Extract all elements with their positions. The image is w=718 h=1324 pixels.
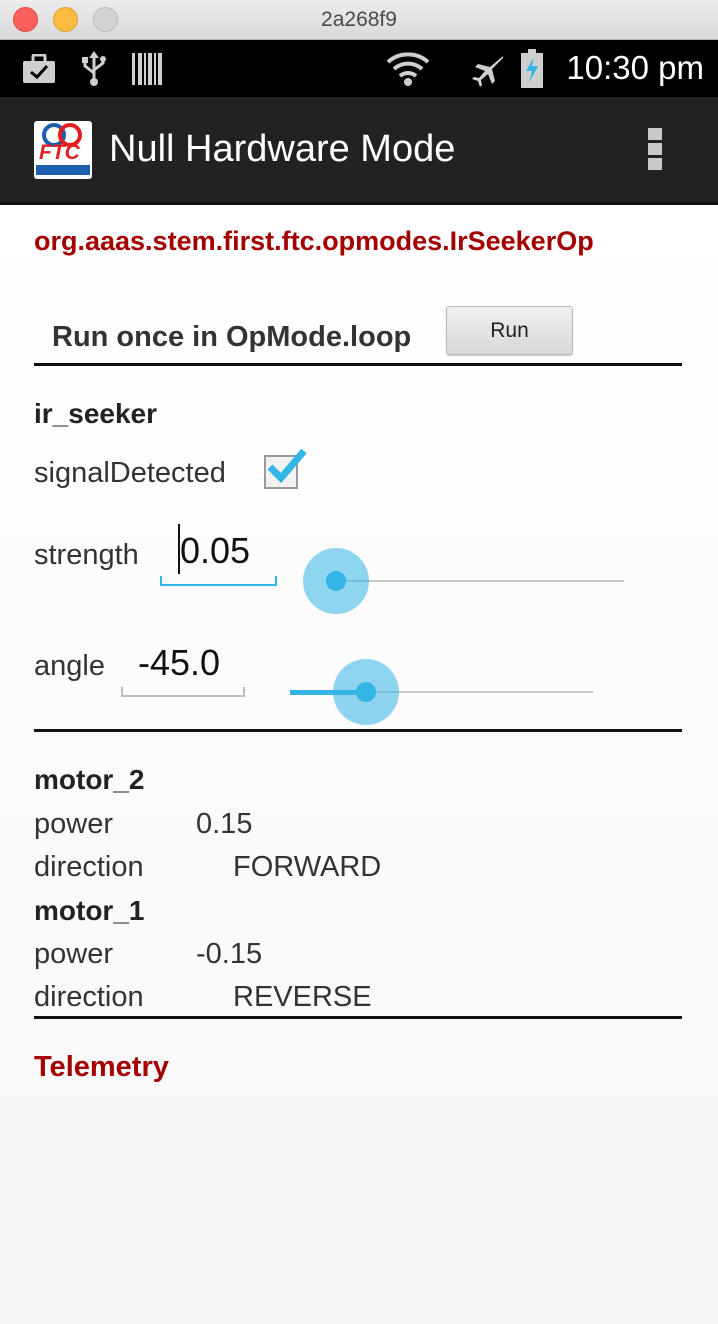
power-value: -0.15: [196, 938, 263, 970]
window-title: 2a268f9: [321, 8, 397, 31]
angle-field-underline: [121, 687, 245, 697]
angle-field[interactable]: -45.0: [138, 642, 220, 684]
logo-text: FTC: [39, 141, 80, 164]
run-once-label: Run once in OpMode.loop: [52, 321, 412, 353]
power-value: 0.15: [196, 808, 253, 840]
strength-slider-track[interactable]: [336, 580, 624, 582]
strength-field-underline: [160, 576, 277, 586]
app-logo: FTC: [34, 121, 92, 179]
action-bar: FTC Null Hardware Mode: [0, 97, 718, 205]
power-label: power: [34, 938, 113, 970]
status-bar: 10:30 pm: [0, 40, 718, 97]
divider: [34, 729, 682, 732]
signal-detected-label: signalDetected: [34, 457, 226, 489]
barcode-icon: [132, 53, 162, 85]
checkmark-icon: [267, 448, 307, 484]
status-clock: 10:30 pm: [566, 49, 704, 86]
divider: [34, 363, 682, 366]
device-name-motor-1: motor_1: [34, 895, 145, 926]
power-label: power: [34, 808, 113, 840]
direction-value: REVERSE: [233, 981, 372, 1013]
strength-slider-thumb[interactable]: [326, 571, 346, 591]
battery-charging-icon: [521, 49, 543, 88]
wifi-icon: [386, 52, 430, 86]
app-title: Null Hardware Mode: [109, 128, 456, 170]
main-content: org.aaas.stem.first.ftc.opmodes.IrSeeker…: [0, 208, 718, 1324]
direction-label: direction: [34, 851, 144, 883]
overflow-menu-icon[interactable]: [646, 128, 664, 174]
telemetry-heading: Telemetry: [34, 1051, 169, 1083]
opmode-name: org.aaas.stem.first.ftc.opmodes.IrSeeker…: [34, 226, 594, 256]
direction-label: direction: [34, 981, 144, 1013]
direction-value: FORWARD: [233, 851, 382, 883]
window-titlebar: 2a268f9: [0, 0, 718, 40]
divider: [34, 1016, 682, 1019]
strength-label: strength: [34, 539, 139, 571]
usb-icon: [82, 51, 106, 86]
strength-field[interactable]: 0.05: [180, 530, 250, 572]
run-button[interactable]: Run: [446, 306, 573, 355]
angle-label: angle: [34, 650, 105, 682]
text-cursor: [178, 524, 180, 574]
briefcase-icon: [23, 54, 55, 83]
device-name-motor-2: motor_2: [34, 764, 145, 795]
airplane-mode-icon: [472, 56, 503, 87]
angle-slider-thumb[interactable]: [356, 682, 376, 702]
device-name-ir-seeker: ir_seeker: [34, 398, 158, 429]
